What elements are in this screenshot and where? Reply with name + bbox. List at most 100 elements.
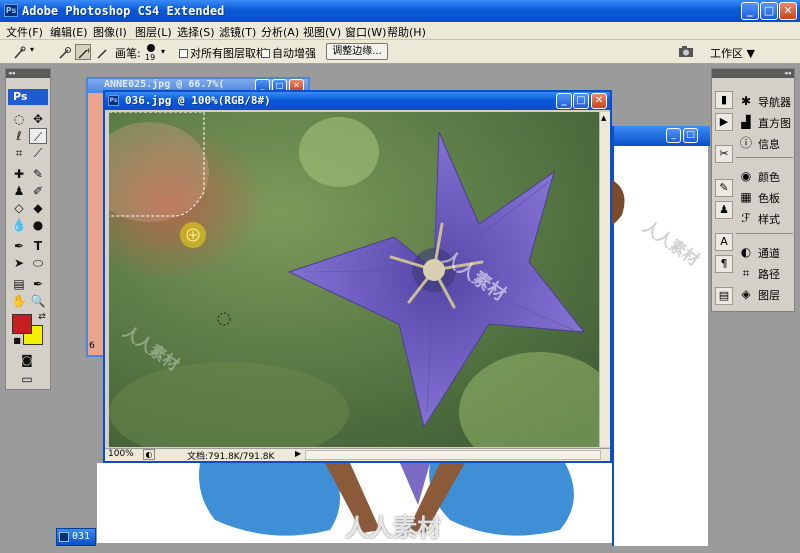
panel-info[interactable]: ⓘ 信息 <box>736 133 793 153</box>
background-doc-maximize-button[interactable]: □ <box>683 128 698 143</box>
menu-analysis[interactable]: 分析(A) <box>261 24 299 40</box>
healing-brush-tool-icon[interactable]: ✚ <box>10 166 28 182</box>
default-colors-icon[interactable]: ■ <box>8 333 26 349</box>
quick-selection-preset-icon[interactable] <box>10 44 26 60</box>
add-to-selection-mode-icon[interactable]: + <box>75 44 92 60</box>
background-doc-minimize-button[interactable]: _ <box>666 128 681 143</box>
menu-image[interactable]: 图像(I) <box>93 24 127 40</box>
eyedropper-tool-icon[interactable]: ⟋ <box>29 145 47 161</box>
panel-layers-label: 图层 <box>758 289 780 302</box>
panel-paths-label: 路径 <box>758 268 780 281</box>
menu-file[interactable]: 文件(F) <box>6 24 43 40</box>
hand-tool-icon[interactable]: ✋ <box>10 293 28 309</box>
path-selection-tool-icon[interactable]: ➤ <box>10 255 28 271</box>
panel-navigator-label: 导航器 <box>758 96 791 109</box>
shape-tool-icon[interactable]: ⬭ <box>29 255 47 271</box>
horizontal-scrollbar[interactable] <box>305 450 601 460</box>
quick-mask-icon[interactable]: ◙ <box>18 352 36 368</box>
notes-tool-icon[interactable]: ▤ <box>10 276 28 292</box>
panel-histogram[interactable]: ▟ 直方图 <box>736 112 793 132</box>
paragraph-panel-icon[interactable]: ¶ <box>715 255 733 273</box>
character-panel-icon[interactable]: A <box>715 233 733 251</box>
minimized-doc-label: 031 <box>72 531 91 542</box>
crop-tool-icon[interactable]: ⌗ <box>10 145 28 161</box>
active-document-window[interactable]: Ps 036.jpg @ 100%(RGB/8#) _ □ ✕ 人人素材 ▲ 1… <box>103 90 612 463</box>
menu-window[interactable]: 窗口(W) <box>345 24 386 40</box>
document-maximize-button[interactable]: □ <box>573 93 589 109</box>
document-titlebar[interactable]: Ps 036.jpg @ 100%(RGB/8#) _ □ ✕ <box>105 92 610 110</box>
preset-dropdown-arrow-icon[interactable]: ▾ <box>30 45 34 54</box>
brush-picker[interactable]: 19 ▾ <box>143 42 167 62</box>
panel-color[interactable]: ◉ 颜色 <box>736 166 793 186</box>
document-ps-icon: Ps <box>108 95 119 106</box>
brush-dropdown-arrow-icon[interactable]: ▾ <box>161 47 165 56</box>
zoom-tool-icon[interactable]: 🔍 <box>29 293 47 309</box>
zoom-level[interactable]: 100% <box>108 449 134 459</box>
status-menu-arrow-icon[interactable]: ▶ <box>295 449 301 458</box>
paint-bucket-tool-icon[interactable]: ◆ <box>29 200 47 216</box>
quick-selection-tool-icon[interactable]: ⟋ <box>29 128 47 144</box>
panel-separator <box>736 157 793 158</box>
menu-filter[interactable]: 滤镜(T) <box>219 24 256 40</box>
close-button[interactable]: ✕ <box>779 2 797 20</box>
subtract-from-selection-mode-icon[interactable]: - <box>94 44 110 60</box>
panel-channels[interactable]: ◐ 通道 <box>736 242 793 262</box>
pen-tool-icon[interactable]: ✒ <box>10 238 28 254</box>
minimized-doc-ps-icon <box>59 532 69 542</box>
swap-colors-icon[interactable]: ⇄ <box>33 309 51 325</box>
panel-dock-grip[interactable]: ◂◂ <box>712 69 794 78</box>
document-title: 036.jpg @ 100%(RGB/8#) <box>125 94 271 107</box>
brushes-panel-icon[interactable]: ✎ <box>715 179 733 197</box>
panel-paths[interactable]: ⌗ 路径 <box>736 263 793 283</box>
history-brush-tool-icon[interactable]: ✐ <box>29 183 47 199</box>
clone-source-panel-icon[interactable]: ♟ <box>715 201 733 219</box>
move-tool-icon[interactable]: ✥ <box>29 111 47 127</box>
new-selection-mode-icon[interactable] <box>56 44 72 60</box>
history-panel-icon[interactable]: ▮ <box>715 91 733 109</box>
panel-navigator[interactable]: ✱ 导航器 <box>736 91 793 111</box>
minimized-document-tab[interactable]: 031 <box>56 528 96 546</box>
blur-tool-icon[interactable]: 💧 <box>10 217 28 233</box>
auto-enhance-label: 自动增强 <box>272 47 316 60</box>
menu-layer[interactable]: 图层(L) <box>135 24 172 40</box>
document-minimize-button[interactable]: _ <box>556 93 572 109</box>
dodge-tool-icon[interactable]: ● <box>29 217 47 233</box>
refine-edge-button[interactable]: 调整边缘... <box>326 43 388 60</box>
maximize-button[interactable]: □ <box>760 2 778 20</box>
panel-swatches[interactable]: ▦ 色板 <box>736 187 793 207</box>
sample-all-layers-checkbox[interactable]: 对所有图层取样 <box>179 45 267 61</box>
menu-bar: 文件(F) 编辑(E) 图像(I) 图层(L) 选择(S) 滤镜(T) 分析(A… <box>0 22 800 40</box>
lasso-tool-icon[interactable]: ℓ <box>10 128 28 144</box>
type-tool-icon[interactable]: T <box>29 238 47 254</box>
refine-edge-label: 调整边缘... <box>332 46 382 57</box>
workspace-switcher[interactable]: 工作区 ▼ <box>710 45 755 61</box>
menu-view[interactable]: 视图(V) <box>303 24 341 40</box>
eraser-tool-icon[interactable]: ◇ <box>10 200 28 216</box>
toolbox-grip[interactable]: ◂◂ <box>6 69 50 78</box>
eyedropper-sample-tool-icon[interactable]: ✒ <box>29 276 47 292</box>
menu-edit[interactable]: 编辑(E) <box>50 24 88 40</box>
document-close-button[interactable]: ✕ <box>591 93 607 109</box>
foreground-color-swatch[interactable] <box>12 314 32 334</box>
layers-icon: ◈ <box>741 287 751 301</box>
status-options-icon[interactable]: ◐ <box>143 449 155 460</box>
image-canvas[interactable]: 人人素材 <box>109 112 599 447</box>
bridge-launch-icon[interactable] <box>677 43 697 61</box>
tool-presets-panel-icon[interactable]: ✂ <box>715 145 733 163</box>
background-document-window[interactable]: _ □ <box>612 126 710 546</box>
panel-styles[interactable]: ℱ 样式 <box>736 208 793 228</box>
screen-mode-icon[interactable]: ▭ <box>18 371 36 387</box>
minimize-button[interactable]: _ <box>741 2 759 20</box>
layer-comps-panel-icon[interactable]: ▤ <box>715 287 733 305</box>
actions-panel-icon[interactable]: ▶ <box>715 113 733 131</box>
marquee-tool-icon[interactable]: ◌ <box>10 111 28 127</box>
brush-tool-icon[interactable]: ✎ <box>29 166 47 182</box>
auto-enhance-checkbox[interactable]: 自动增强 <box>261 45 316 61</box>
scroll-up-arrow-icon[interactable]: ▲ <box>601 114 606 122</box>
panel-dock: ◂◂ ▮ ▶ ✂ ✎ ♟ A ¶ ▤ ✱ 导航器 ▟ 直方图 ⓘ 信息 ◉ 颜色 ▦ 色板… <box>711 68 795 312</box>
panel-layers[interactable]: ◈ 图层 <box>736 284 793 304</box>
clone-stamp-tool-icon[interactable]: ♟ <box>10 183 28 199</box>
vertical-scrollbar[interactable]: ▲ <box>599 112 610 447</box>
menu-select[interactable]: 选择(S) <box>177 24 215 40</box>
menu-help[interactable]: 帮助(H) <box>387 24 426 40</box>
